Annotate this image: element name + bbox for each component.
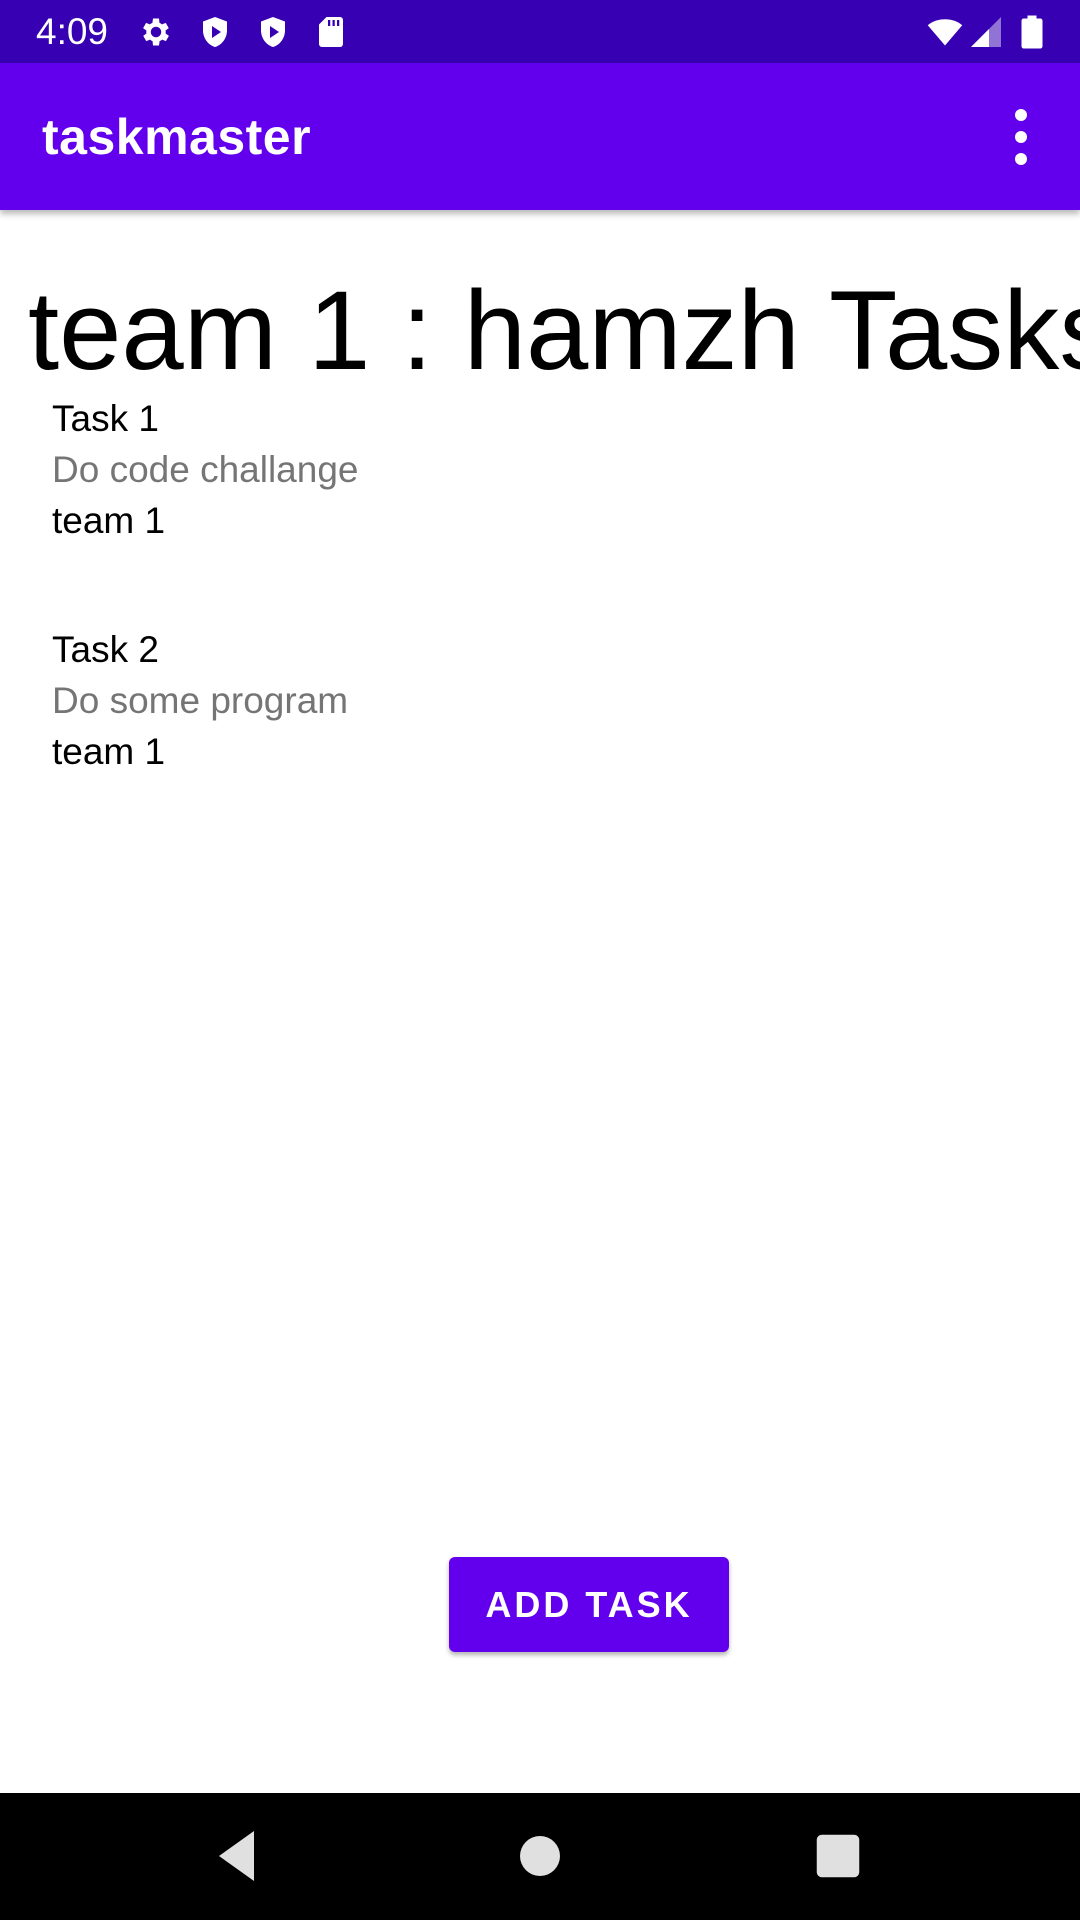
- task-team: team 1: [52, 731, 166, 772]
- add-task-button[interactable]: ADD TASK: [449, 1557, 729, 1652]
- sd-card-icon: [319, 17, 343, 47]
- recents-icon[interactable]: [808, 1826, 868, 1886]
- signal-icon: [971, 17, 1001, 47]
- status-time: 4:09: [36, 11, 109, 52]
- battery-icon: [1021, 15, 1043, 49]
- shield-play-icon: [261, 17, 285, 47]
- page-heading: team 1 : hamzh Tasks: [28, 268, 1080, 393]
- task-body: Do some program: [52, 680, 349, 721]
- task-body: Do code challange: [52, 449, 359, 490]
- wifi-icon: [927, 19, 963, 46]
- shield-play-icon: [203, 17, 227, 47]
- back-icon[interactable]: [209, 1826, 269, 1886]
- task-item[interactable]: Task 1 Do code challange team 1: [52, 393, 1032, 624]
- app-bar: taskmaster: [0, 63, 1080, 210]
- task-title: Task 1: [52, 398, 159, 439]
- task-team: team 1: [52, 500, 166, 541]
- task-list: Task 1 Do code challange team 1 Task 2 D…: [52, 393, 1032, 855]
- status-bar: 4:09: [0, 0, 1080, 63]
- home-icon[interactable]: [510, 1826, 570, 1886]
- task-title: Task 2: [52, 629, 159, 670]
- more-vert-icon[interactable]: [996, 105, 1048, 169]
- settings-icon: [143, 18, 169, 46]
- nav-bar: [0, 1793, 1080, 1920]
- task-item[interactable]: Task 2 Do some program team 1: [52, 624, 1032, 855]
- app-title: taskmaster: [42, 109, 312, 165]
